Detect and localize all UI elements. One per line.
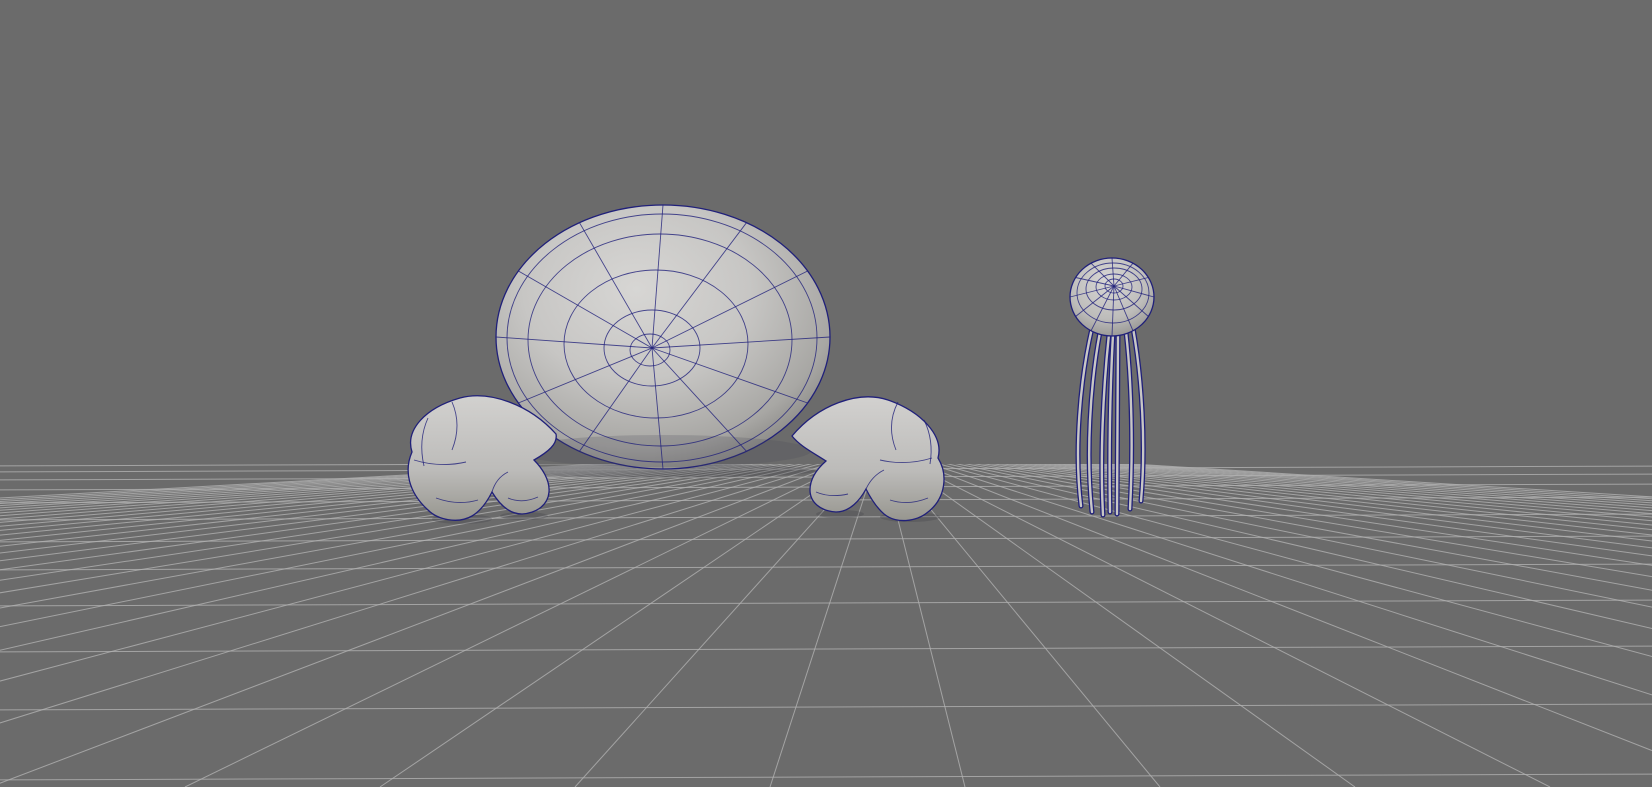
scene: 3D modeling viewport	[0, 0, 1652, 787]
octopus-head[interactable]	[1069, 257, 1155, 337]
viewport-3d[interactable]: 3D modeling viewport	[0, 0, 1652, 787]
crab-left-claw[interactable]	[407, 395, 557, 524]
viewport-background[interactable]	[0, 0, 1652, 787]
